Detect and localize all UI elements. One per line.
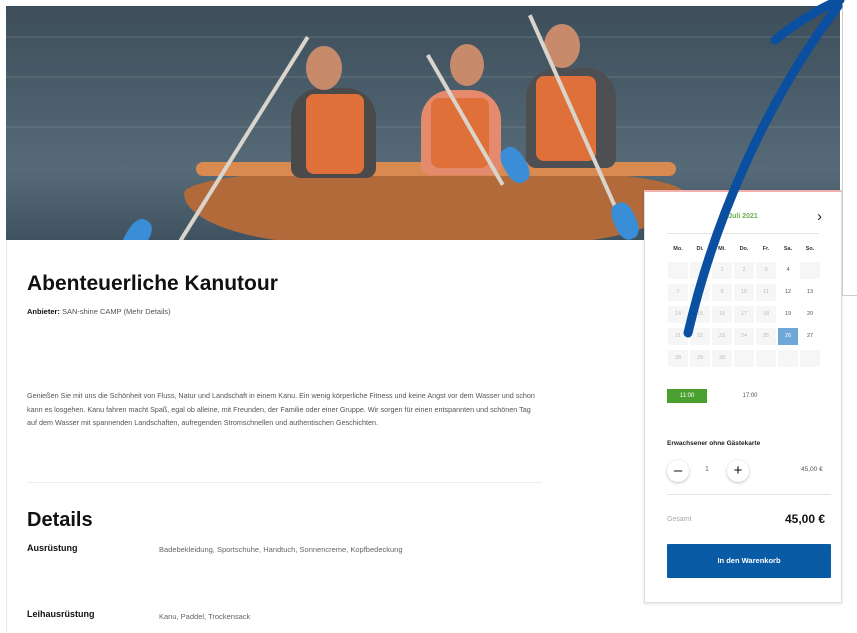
annotation-arrow-icon — [683, 0, 845, 338]
